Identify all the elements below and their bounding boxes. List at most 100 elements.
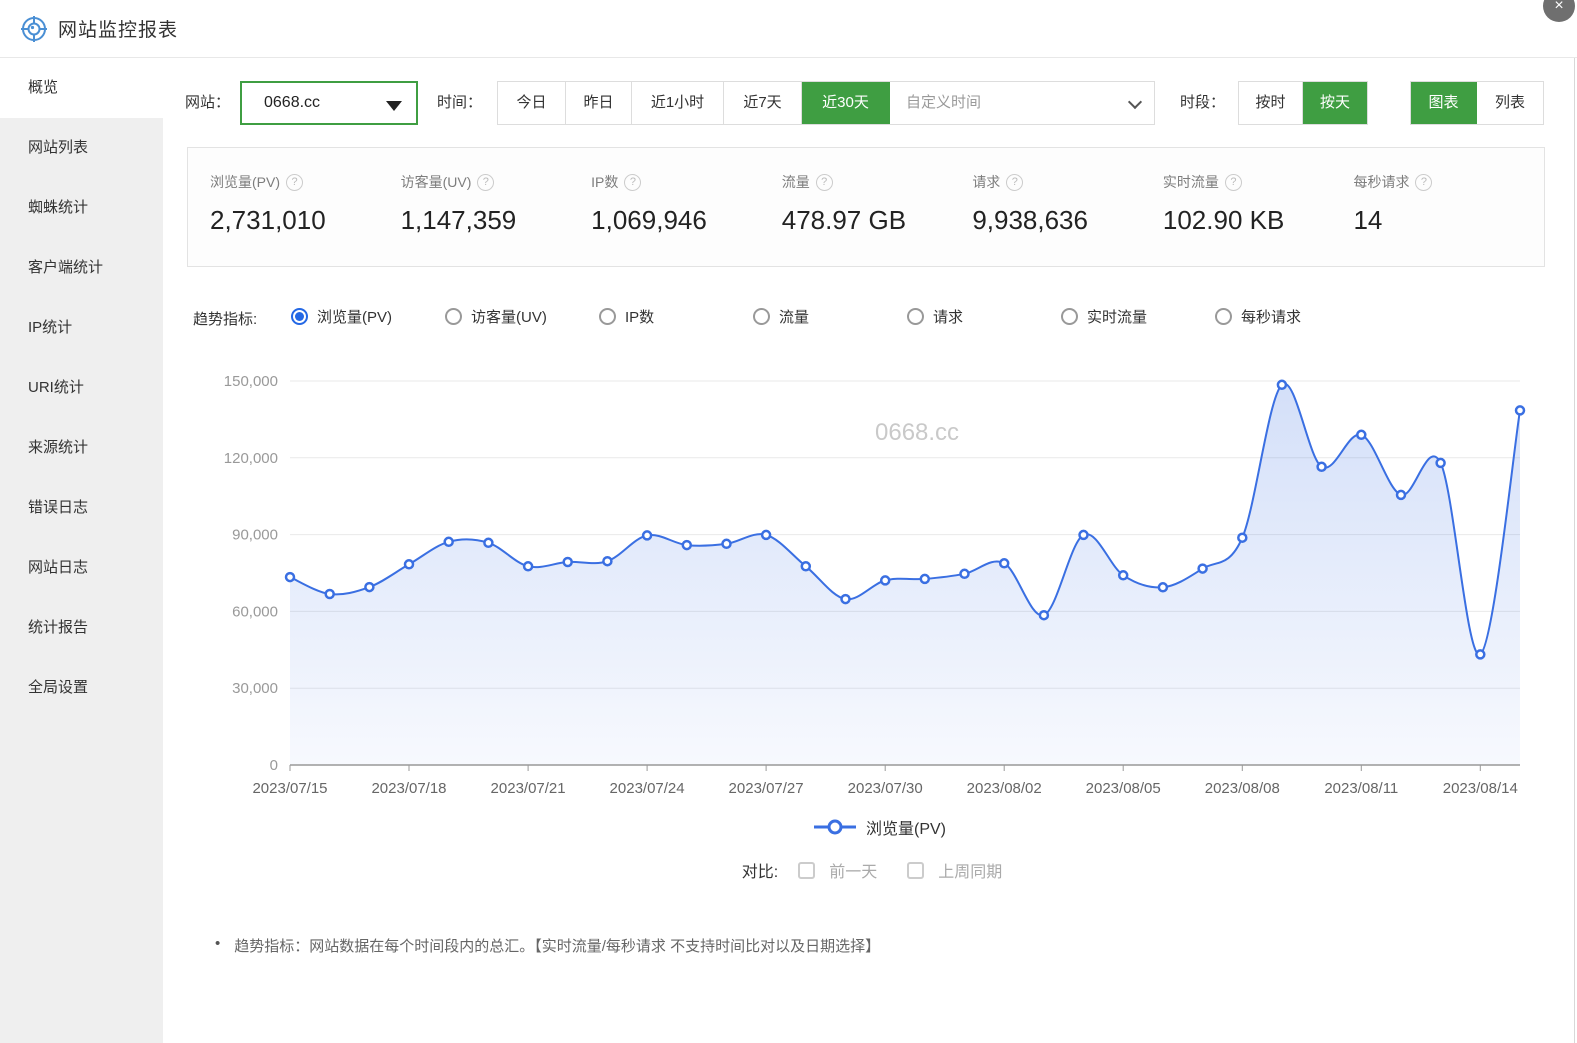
sidebar-item-global-settings[interactable]: 全局设置 bbox=[0, 658, 163, 718]
page-title: 网站监控报表 bbox=[58, 15, 178, 42]
chart-point[interactable] bbox=[1238, 534, 1246, 542]
sidebar-item-ip-stats[interactable]: IP统计 bbox=[0, 298, 163, 358]
chart-point[interactable] bbox=[1119, 571, 1127, 579]
chart-point[interactable] bbox=[326, 590, 334, 598]
trend-radio-realtime[interactable]: 实时流量 bbox=[1061, 306, 1147, 327]
chart-point[interactable] bbox=[1357, 431, 1365, 439]
help-icon[interactable]: ? bbox=[477, 174, 494, 191]
trend-radio-pv[interactable]: 浏览量(PV) bbox=[291, 306, 392, 327]
chart-point[interactable] bbox=[1159, 583, 1167, 591]
compare-prev-day-checkbox[interactable] bbox=[798, 862, 815, 879]
help-icon[interactable]: ? bbox=[1415, 174, 1432, 191]
custom-time-select[interactable]: 自定义时间 bbox=[890, 82, 1154, 124]
stat-uv-value: 1,147,359 bbox=[401, 205, 592, 236]
close-button[interactable]: × bbox=[1543, 0, 1575, 22]
stat-uv: 访客量(UV)? 1,147,359 bbox=[401, 172, 592, 266]
trend-radio-uv-label: 访客量(UV) bbox=[471, 306, 547, 327]
x-axis-label: 2023/07/27 bbox=[729, 780, 804, 797]
stat-pv-label: 浏览量(PV) bbox=[210, 172, 280, 192]
chart-point[interactable] bbox=[1278, 381, 1286, 389]
trend-radio-traffic[interactable]: 流量 bbox=[753, 306, 809, 327]
view-list-button[interactable]: 列表 bbox=[1477, 82, 1543, 124]
trend-radio-uv[interactable]: 访客量(UV) bbox=[445, 306, 547, 327]
y-axis-label: 120,000 bbox=[224, 450, 278, 467]
chart-point[interactable] bbox=[1318, 463, 1326, 471]
chart-point[interactable] bbox=[405, 560, 413, 568]
chart-point[interactable] bbox=[1476, 650, 1484, 658]
view-chart-button[interactable]: 图表 bbox=[1411, 82, 1477, 124]
help-icon[interactable]: ? bbox=[816, 174, 833, 191]
stat-pv-value: 2,731,010 bbox=[210, 205, 401, 236]
chart-point[interactable] bbox=[921, 575, 929, 583]
x-axis-label: 2023/07/21 bbox=[491, 780, 566, 797]
chart-point[interactable] bbox=[762, 531, 770, 539]
radio-selected-icon bbox=[291, 308, 308, 325]
chart-point[interactable] bbox=[961, 570, 969, 578]
trend-radio-requests[interactable]: 请求 bbox=[907, 306, 963, 327]
chart-point[interactable] bbox=[881, 576, 889, 584]
chart-point[interactable] bbox=[1397, 491, 1405, 499]
time-30days-button[interactable]: 近30天 bbox=[802, 82, 890, 124]
time-today-button[interactable]: 今日 bbox=[498, 82, 566, 124]
sidebar-item-error-log[interactable]: 错误日志 bbox=[0, 478, 163, 538]
chart-point[interactable] bbox=[365, 583, 373, 591]
view-mode-group: 图表 列表 bbox=[1410, 81, 1544, 125]
sidebar-item-uri-stats[interactable]: URI统计 bbox=[0, 358, 163, 418]
chart-point[interactable] bbox=[643, 531, 651, 539]
chart-point[interactable] bbox=[1516, 406, 1524, 414]
chart-point[interactable] bbox=[802, 562, 810, 570]
caret-down-icon bbox=[386, 101, 402, 111]
sidebar-item-client-stats[interactable]: 客户端统计 bbox=[0, 238, 163, 298]
time-last-hour-button[interactable]: 近1小时 bbox=[632, 82, 724, 124]
sidebar-item-referrer-stats[interactable]: 来源统计 bbox=[0, 418, 163, 478]
chart-point[interactable] bbox=[603, 557, 611, 565]
stat-ip-label: IP数 bbox=[591, 172, 618, 192]
trend-metric-label: 趋势指标: bbox=[193, 308, 257, 329]
chart-point[interactable] bbox=[1437, 459, 1445, 467]
stat-ip-value: 1,069,946 bbox=[591, 205, 782, 236]
time-yesterday-button[interactable]: 昨日 bbox=[566, 82, 632, 124]
compare-prev-week-checkbox[interactable] bbox=[907, 862, 924, 879]
app-header: 网站监控报表 × bbox=[0, 0, 1577, 58]
help-icon[interactable]: ? bbox=[1225, 174, 1242, 191]
bullet-icon: • bbox=[215, 935, 220, 956]
time-7days-button[interactable]: 近7天 bbox=[724, 82, 802, 124]
help-icon[interactable]: ? bbox=[1006, 174, 1023, 191]
trend-radio-rps-label: 每秒请求 bbox=[1241, 306, 1301, 327]
radio-icon bbox=[1061, 308, 1078, 325]
period-daily-button[interactable]: 按天 bbox=[1303, 82, 1367, 124]
site-select[interactable]: 0668.cc bbox=[240, 81, 418, 125]
chart-legend[interactable]: 浏览量(PV) bbox=[210, 812, 1550, 842]
help-icon[interactable]: ? bbox=[286, 174, 303, 191]
sidebar-item-stats-report[interactable]: 统计报告 bbox=[0, 598, 163, 658]
chart-point[interactable] bbox=[683, 541, 691, 549]
footnote-text: 趋势指标：网站数据在每个时间段内的总汇。【实时流量/每秒请求 不支持时间比对以及… bbox=[234, 935, 880, 956]
x-axis-label: 2023/08/02 bbox=[967, 780, 1042, 797]
sidebar-item-spider-stats[interactable]: 蜘蛛统计 bbox=[0, 178, 163, 238]
scrollbar-track[interactable] bbox=[1574, 58, 1575, 1043]
chart-point[interactable] bbox=[484, 539, 492, 547]
chart-point[interactable] bbox=[286, 573, 294, 581]
period-hourly-button[interactable]: 按时 bbox=[1239, 82, 1303, 124]
radio-icon bbox=[907, 308, 924, 325]
trend-radio-rps[interactable]: 每秒请求 bbox=[1215, 306, 1301, 327]
stat-traffic: 流量? 478.97 GB bbox=[782, 172, 973, 266]
chart-point[interactable] bbox=[842, 595, 850, 603]
chart-point[interactable] bbox=[445, 538, 453, 546]
y-axis-label: 90,000 bbox=[232, 527, 278, 544]
sidebar-item-site-log[interactable]: 网站日志 bbox=[0, 538, 163, 598]
compare-prev-week-label: 上周同期 bbox=[938, 858, 1002, 882]
x-axis-label: 2023/08/05 bbox=[1086, 780, 1161, 797]
sidebar-item-site-list[interactable]: 网站列表 bbox=[0, 118, 163, 178]
chart-point[interactable] bbox=[564, 558, 572, 566]
chart-point[interactable] bbox=[524, 562, 532, 570]
chart-point[interactable] bbox=[1040, 611, 1048, 619]
chart-point[interactable] bbox=[1080, 531, 1088, 539]
trend-radio-ip[interactable]: IP数 bbox=[599, 306, 654, 327]
stat-realtime-traffic-label: 实时流量 bbox=[1163, 172, 1219, 192]
chart-point[interactable] bbox=[723, 540, 731, 548]
chart-point[interactable] bbox=[1199, 565, 1207, 573]
chart-point[interactable] bbox=[1000, 559, 1008, 567]
help-icon[interactable]: ? bbox=[624, 174, 641, 191]
sidebar-item-overview[interactable]: 概览 bbox=[0, 58, 163, 118]
